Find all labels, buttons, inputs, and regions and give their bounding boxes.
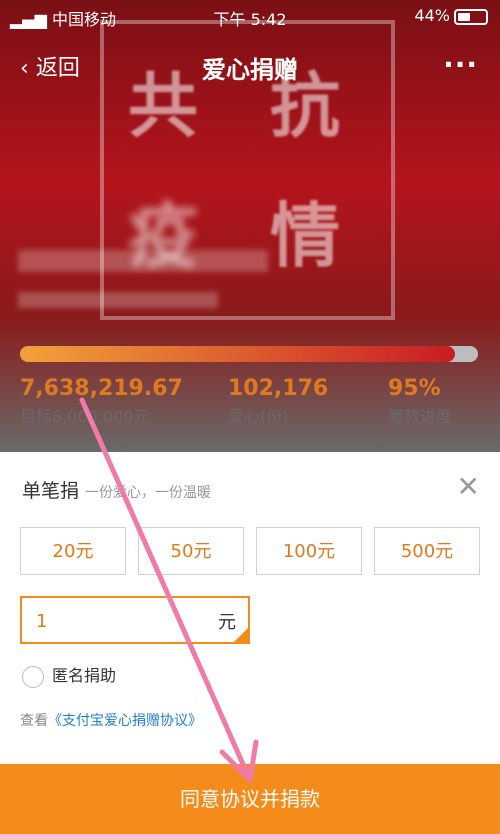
amount-input[interactable] [22,598,188,644]
edit-corner-icon [233,627,249,643]
stat-donors: 102,176 爱心(份) [228,376,328,427]
stat-raised: 7,638,219.67 目标8,000,000元 [20,376,183,427]
progress-bar [20,346,478,362]
banner-char: 情 [270,195,340,277]
amount-option-50[interactable]: 50元 [138,527,244,575]
amount-option-500[interactable]: 500元 [374,527,480,575]
stat-value: 102,176 [228,376,329,401]
battery-indicator: 44% [414,6,488,25]
stat-progress: 95% 筹款进度 [388,376,452,427]
stat-label: 筹款进度 [388,407,453,426]
blurred-text [18,292,218,308]
stat-value: 7,638,219.67 [20,376,183,401]
amount-option-20[interactable]: 20元 [20,527,126,575]
battery-icon [454,9,488,25]
agreement-link[interactable]: 《支付宝爱心捐赠协议》 [48,713,202,729]
agreement-prefix: 查看 [20,713,48,729]
status-bar: ▂▄▆ 中国移动 下午 5:42 44% [0,0,500,32]
blurred-text [18,250,268,272]
donation-sheet: 单笔捐一份爱心，一份温暖 ✕ 20元 50元 100元 500元 元 匿名捐助 … [0,452,500,764]
sheet-header: 单笔捐 一份爱心，一份温暖 [22,476,211,503]
stat-label: 目标8,000,000元 [20,407,150,426]
stat-value: 95% [388,376,441,401]
page-title: 爱心捐赠 [202,56,298,84]
radio-icon [22,665,44,688]
nav-bar: ‹ 返回 爱心捐赠 ··· [0,44,500,92]
sheet-title: 单笔捐 [22,480,80,502]
amount-option-100[interactable]: 100元 [256,527,362,575]
close-icon[interactable]: ✕ [457,470,480,503]
sheet-subtitle: 一份爱心，一份温暖 [85,485,212,501]
custom-amount-field: 元 [20,596,250,644]
more-icon[interactable]: ··· [443,48,478,81]
anonymous-toggle[interactable]: 匿名捐助 [22,662,116,688]
stat-label: 爱心(份) [228,407,289,426]
donate-button[interactable]: 同意协议并捐款 [0,764,500,834]
anonymous-label: 匿名捐助 [52,666,117,685]
progress-fill [20,346,456,362]
agreement-line: 查看《支付宝爱心捐赠协议》 [20,710,202,730]
amount-options: 20元 50元 100元 500元 [20,527,480,575]
